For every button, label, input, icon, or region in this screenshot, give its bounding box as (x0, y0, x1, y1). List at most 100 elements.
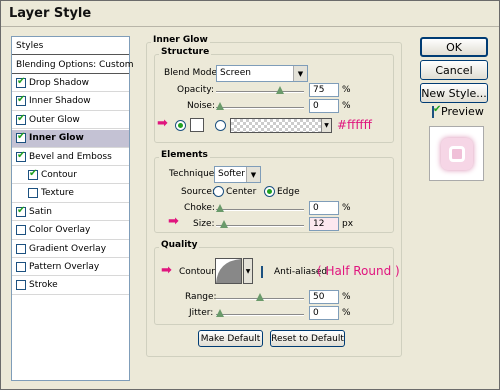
anti-aliased-checkbox[interactable] (261, 266, 263, 278)
new-style-button[interactable]: New Style... (420, 83, 488, 103)
style-item-label: Contour (41, 169, 77, 180)
style-checkbox[interactable] (28, 188, 38, 199)
blend-mode-select[interactable]: Screen ▼ (216, 65, 308, 82)
size-input[interactable]: 12 (309, 217, 339, 231)
size-slider-thumb[interactable] (220, 220, 228, 228)
style-item-label: Inner Shadow (29, 96, 91, 107)
style-checkbox[interactable] (16, 131, 26, 144)
style-checkbox[interactable] (16, 113, 26, 125)
source-edge-radio[interactable] (264, 186, 275, 197)
choke-input[interactable]: 0 (309, 201, 339, 215)
style-item-label: Stroke (29, 280, 58, 291)
styles-list-item[interactable]: Blending Options: Custom (12, 56, 134, 74)
range-percent: % (342, 292, 351, 302)
gradient-dropdown-icon[interactable]: ▼ (321, 119, 331, 132)
style-checkbox[interactable] (16, 76, 26, 88)
styles-list-item[interactable]: Outer Glow (12, 111, 129, 130)
styles-list-item[interactable]: Pattern Overlay (12, 258, 129, 277)
preview-swatch (440, 137, 473, 170)
dialog-title: Layer Style (9, 6, 92, 21)
choke-percent: % (342, 203, 351, 213)
color-annotation: #ffffff (337, 118, 372, 132)
choke-label: Choke: (184, 203, 215, 213)
styles-header-label: Styles (16, 40, 44, 51)
styles-list-item[interactable]: Color Overlay (12, 222, 129, 240)
styles-list-item[interactable]: Contour (12, 166, 129, 185)
style-preview (429, 126, 484, 181)
pink-arrow-icon: ➡ (168, 214, 179, 229)
styles-list-item[interactable]: Inner Shadow (12, 93, 129, 111)
blend-mode-value: Screen (220, 68, 251, 78)
solid-color-radio[interactable] (175, 120, 186, 131)
jitter-slider-thumb[interactable] (216, 309, 224, 317)
opacity-label: Opacity: (177, 85, 214, 95)
contour-picker[interactable] (215, 258, 242, 284)
contour-dropdown-icon[interactable]: ▼ (243, 258, 253, 284)
chevron-down-icon: ▼ (293, 66, 307, 81)
styles-list-header[interactable]: Styles (12, 37, 129, 55)
style-item-label: Gradient Overlay (29, 243, 107, 254)
jitter-input[interactable]: 0 (309, 306, 339, 320)
blend-mode-label: Blend Mode: (164, 68, 221, 78)
source-center-label: Center (226, 187, 257, 197)
styles-list-item[interactable]: Bevel and Emboss (12, 148, 129, 166)
contour-label: Contour: (179, 267, 218, 277)
style-item-label: Inner Glow (29, 133, 84, 144)
ok-button[interactable]: OK (420, 37, 488, 57)
cancel-button[interactable]: Cancel (420, 60, 488, 80)
choke-slider-thumb[interactable] (216, 204, 224, 212)
source-center-radio[interactable] (213, 186, 224, 197)
noise-percent: % (342, 101, 351, 111)
noise-label: Noise: (187, 101, 215, 111)
size-slider[interactable] (216, 220, 304, 228)
technique-value: Softer (218, 169, 245, 179)
styles-list-item[interactable]: Gradient Overlay (12, 240, 129, 258)
choke-slider[interactable] (216, 204, 304, 212)
pink-arrow-icon: ➡ (157, 116, 168, 131)
styles-list-item[interactable]: Texture (12, 185, 129, 203)
style-checkbox[interactable] (16, 225, 26, 236)
styles-list-item[interactable]: Drop Shadow (12, 74, 129, 93)
quality-title: Quality (159, 240, 200, 250)
opacity-slider-thumb[interactable] (276, 86, 284, 94)
noise-slider-thumb[interactable] (216, 102, 224, 110)
styles-list-item[interactable]: Satin (12, 203, 129, 222)
make-default-button[interactable]: Make Default (198, 330, 263, 347)
style-checkbox[interactable] (16, 150, 26, 162)
style-checkbox[interactable] (28, 168, 38, 180)
preview-label: Preview (441, 105, 484, 118)
range-slider-thumb[interactable] (256, 293, 264, 301)
chevron-down-icon: ▼ (246, 167, 260, 182)
glow-color-swatch[interactable] (190, 118, 204, 132)
style-checkbox[interactable] (16, 94, 26, 107)
opacity-input[interactable]: 75 (309, 83, 339, 97)
inner-glow-title: Inner Glow (151, 35, 210, 45)
elements-title: Elements (159, 150, 210, 160)
styles-list-item[interactable]: Inner Glow (12, 129, 129, 148)
preview-checkbox[interactable] (432, 106, 434, 118)
styles-list-item[interactable]: Stroke (12, 277, 129, 295)
opacity-slider[interactable] (216, 86, 304, 94)
style-checkbox[interactable] (16, 243, 26, 254)
pink-arrow-icon: ➡ (161, 263, 172, 278)
range-input[interactable]: 50 (309, 290, 339, 304)
style-checkbox[interactable] (16, 205, 26, 217)
range-slider[interactable] (216, 293, 304, 301)
style-checkbox[interactable] (16, 280, 26, 291)
title-bar: Layer Style (1, 1, 499, 27)
style-item-label: Blending Options: Custom (16, 59, 134, 70)
reset-default-button[interactable]: Reset to Default (270, 330, 345, 347)
gradient-picker[interactable]: ▼ (230, 118, 332, 133)
jitter-slider[interactable] (216, 309, 304, 317)
style-item-label: Pattern Overlay (29, 261, 100, 272)
size-label: Size: (193, 219, 215, 229)
noise-slider[interactable] (216, 102, 304, 110)
noise-input[interactable]: 0 (309, 99, 339, 113)
style-checkbox[interactable] (16, 261, 26, 272)
technique-select[interactable]: Softer ▼ (214, 166, 261, 183)
half-round-contour-icon (216, 259, 241, 283)
styles-list: Styles Blending Options: Custom Drop Shad… (11, 36, 134, 381)
style-item-label: Outer Glow (29, 114, 80, 125)
gradient-radio[interactable] (215, 120, 226, 131)
structure-title: Structure (159, 47, 212, 57)
